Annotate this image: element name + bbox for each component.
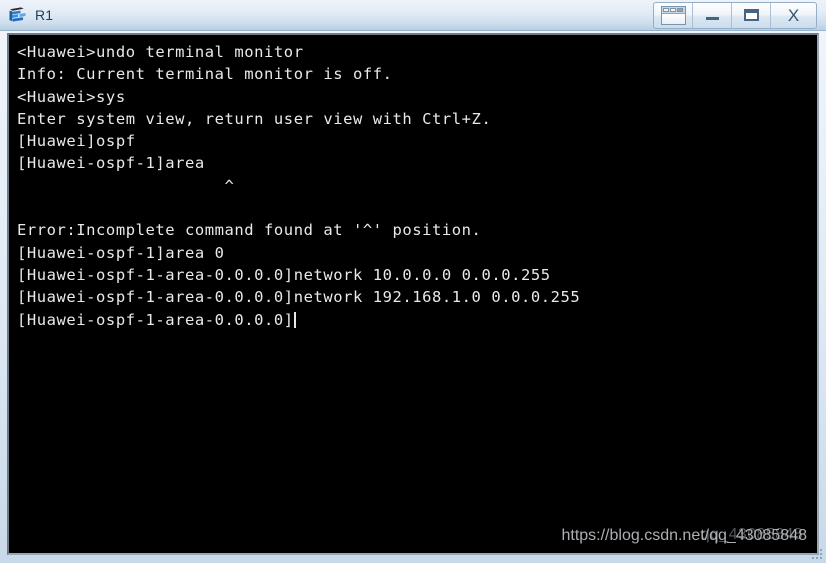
terminal-output[interactable]: <Huawei>undo terminal monitor Info: Curr… bbox=[9, 35, 817, 553]
panel-window-icon bbox=[660, 5, 686, 25]
terminal-window: R1 X <Huawei>undo terminal monitor Info:… bbox=[0, 0, 826, 563]
window-controls: X bbox=[653, 1, 817, 29]
terminal-cursor bbox=[293, 311, 296, 328]
window-title: R1 bbox=[35, 7, 54, 23]
terminal-frame: <Huawei>undo terminal monitor Info: Curr… bbox=[7, 33, 819, 555]
terminal-line: [Huawei-ospf-1]area 0 bbox=[17, 243, 225, 262]
terminal-line: [Huawei-ospf-1-area-0.0.0.0]network 192.… bbox=[17, 288, 581, 307]
maximize-icon bbox=[743, 9, 759, 21]
panel-toggle-button[interactable] bbox=[654, 2, 693, 28]
close-icon: X bbox=[787, 5, 800, 25]
close-button[interactable]: X bbox=[771, 3, 816, 28]
terminal-prompt-text: [Huawei-ospf-1-area-0.0.0.0] bbox=[17, 310, 294, 329]
title-bar[interactable]: R1 X bbox=[0, 0, 826, 31]
terminal-line: Info: Current terminal monitor is off. bbox=[17, 65, 393, 84]
terminal-error-caret-line: ^ bbox=[17, 176, 235, 195]
terminal-line: <Huawei>sys bbox=[17, 87, 126, 106]
minimize-button[interactable] bbox=[693, 2, 732, 28]
maximize-button[interactable] bbox=[732, 2, 771, 28]
terminal-prompt-line: [Huawei-ospf-1-area-0.0.0.0] bbox=[17, 309, 817, 331]
minimize-icon bbox=[705, 17, 719, 20]
terminal-line: [Huawei]ospf bbox=[17, 132, 136, 151]
terminal-line: [Huawei-ospf-1]area bbox=[17, 154, 205, 173]
router-device-icon bbox=[7, 4, 29, 26]
terminal-line: Enter system view, return user view with… bbox=[17, 109, 492, 128]
terminal-line: [Huawei-ospf-1-area-0.0.0.0]network 10.0… bbox=[17, 265, 551, 284]
resize-grip[interactable] bbox=[812, 549, 824, 561]
terminal-line: Error:Incomplete command found at '^' po… bbox=[17, 221, 482, 240]
terminal-line: <Huawei>undo terminal monitor bbox=[17, 43, 304, 61]
